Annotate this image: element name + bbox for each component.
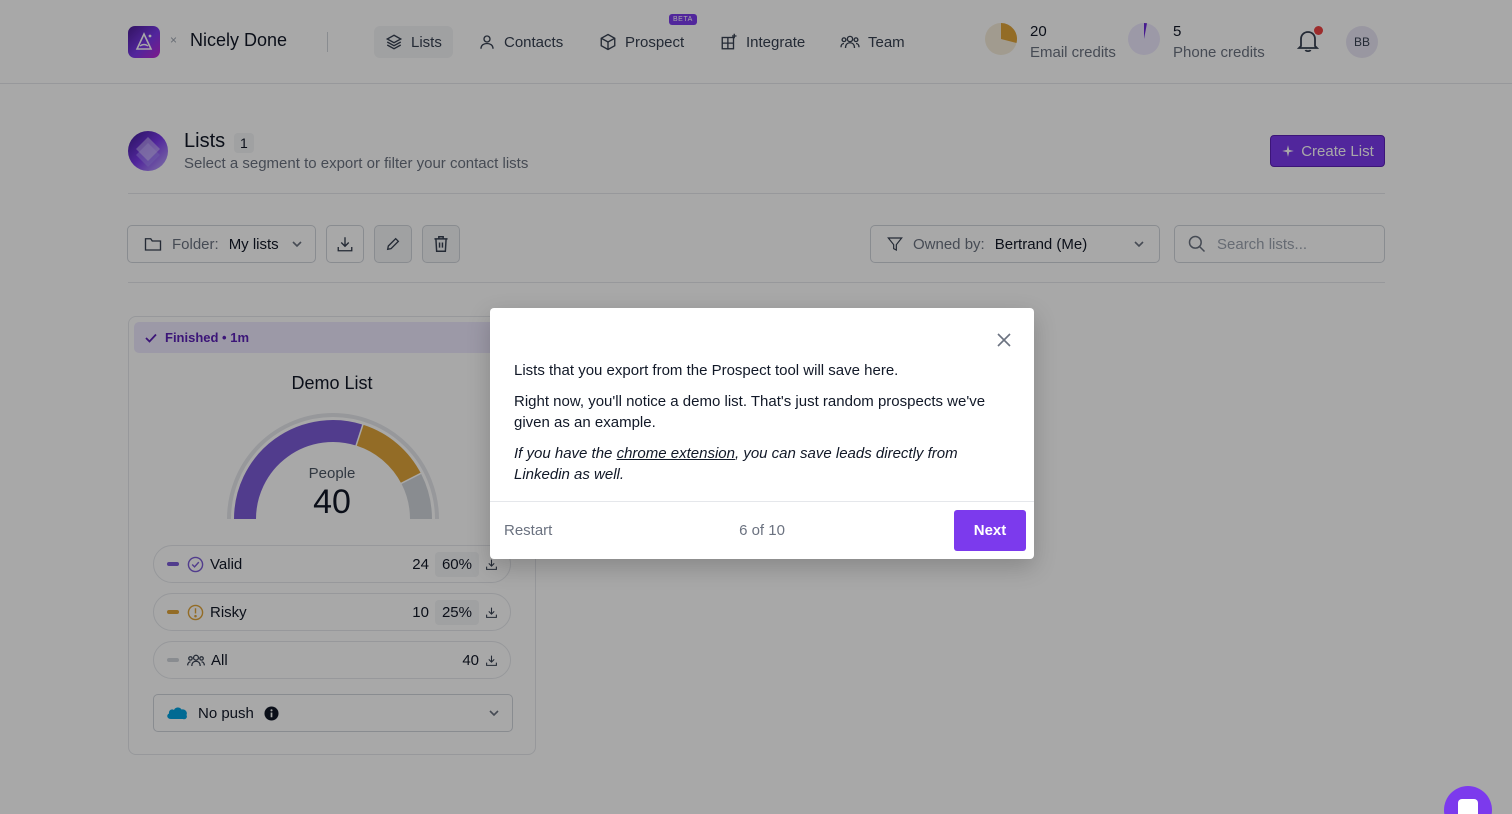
chat-icon <box>1458 799 1478 814</box>
close-icon[interactable] <box>996 332 1012 348</box>
tour-text-1: Lists that you export from the Prospect … <box>514 362 899 379</box>
restart-tour-button[interactable]: Restart <box>504 522 552 539</box>
chrome-extension-link[interactable]: chrome extension <box>617 445 735 462</box>
onboarding-tour-dialog: Lists that you export from the Prospect … <box>490 308 1034 559</box>
next-button[interactable]: Next <box>954 510 1026 551</box>
tour-text-3: If you have the chrome extension, you ca… <box>514 443 1014 485</box>
tour-text-2: Right now, you'll notice a demo list. Th… <box>514 393 986 431</box>
tour-text-3-before: If you have the <box>514 445 617 462</box>
tour-step-counter: 6 of 10 <box>739 522 785 539</box>
tour-footer: 6 of 10 Restart Next <box>490 501 1034 559</box>
